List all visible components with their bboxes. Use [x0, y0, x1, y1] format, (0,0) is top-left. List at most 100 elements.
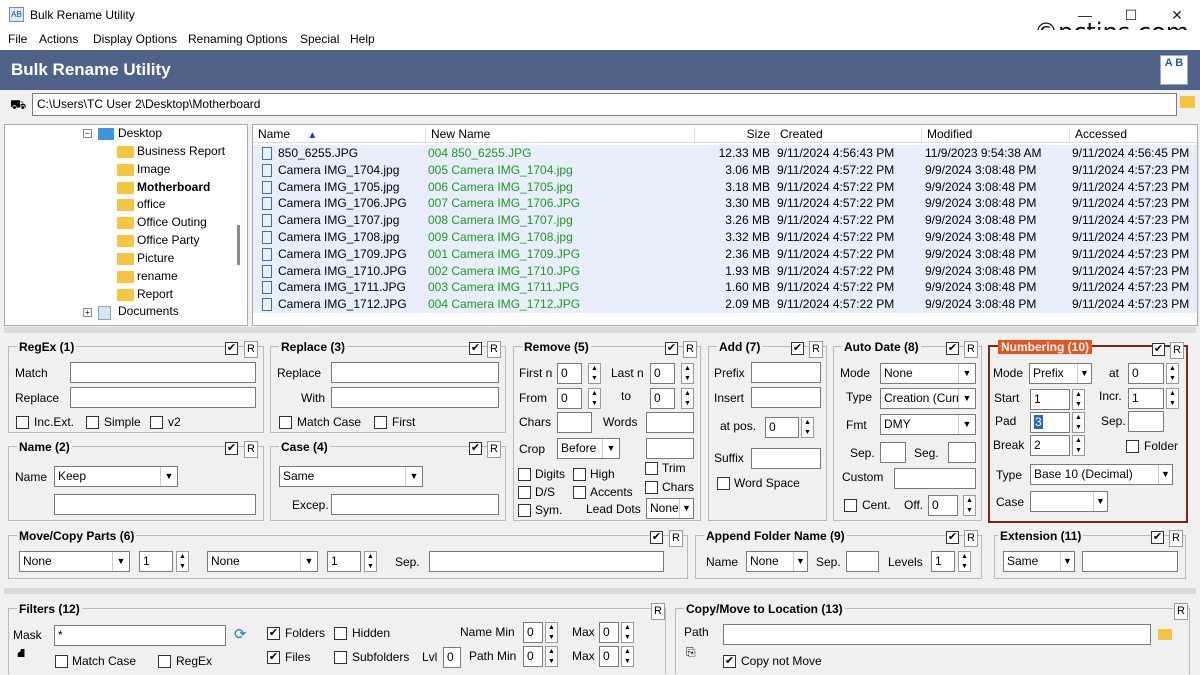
move-copy-enable-checkbox[interactable]: ✔ — [650, 531, 663, 544]
tree-item[interactable]: office — [137, 197, 165, 211]
extension-enable-checkbox[interactable]: ✔ — [1151, 531, 1164, 544]
regex-enable-checkbox[interactable]: ✔ — [225, 342, 238, 355]
refresh-icon[interactable]: ⟳ — [234, 625, 247, 643]
at-pos-input[interactable]: 0 — [765, 417, 799, 438]
suffix-input[interactable] — [751, 448, 821, 469]
auto-date-sep-input[interactable] — [880, 442, 906, 463]
last-n-input[interactable]: 0 — [650, 363, 675, 384]
sym-checkbox[interactable] — [518, 504, 531, 517]
move-copy-num-1[interactable]: 1 — [139, 551, 173, 572]
case-enable-checkbox[interactable]: ✔ — [469, 442, 482, 455]
table-row[interactable]: Camera IMG_1712.JPG 004 Camera IMG_1712.J… — [253, 296, 1197, 314]
table-row[interactable]: Camera IMG_1707.jpg 008 Camera IMG_1707.j… — [253, 212, 1197, 230]
match-case-checkbox[interactable] — [279, 416, 292, 429]
table-row[interactable]: Camera IMG_1708.jpg 009 Camera IMG_1708.j… — [253, 229, 1197, 246]
auto-date-fmt-select[interactable]: DMY ▼ — [880, 414, 976, 435]
pad-input[interactable]: 3 — [1030, 412, 1070, 433]
menu-help[interactable]: Help — [350, 32, 375, 46]
menu-display-options[interactable]: Display Options — [93, 32, 177, 46]
high-checkbox[interactable] — [573, 468, 586, 481]
table-row[interactable]: Camera IMG_1710.JPG 002 Camera IMG_1710.J… — [253, 262, 1197, 280]
name-max-spinner[interactable]: ▲ ▼ — [621, 622, 634, 643]
first-checkbox[interactable] — [374, 416, 387, 429]
to-input[interactable]: 0 — [650, 388, 675, 409]
menu-special[interactable]: Special — [300, 32, 339, 46]
tree-item[interactable]: Image — [137, 162, 170, 176]
name-fixed-input[interactable] — [54, 494, 256, 515]
filter-settings-icon[interactable]: ⛘ — [17, 646, 25, 662]
start-spinner[interactable]: ▲ ▼ — [1072, 389, 1085, 410]
clipboard-icon[interactable]: ⎘ — [686, 645, 696, 660]
lvl-input[interactable]: 0 — [443, 647, 461, 668]
name-mode-select[interactable]: Keep ▼ — [54, 466, 178, 487]
name-min-input[interactable]: 0 — [523, 622, 543, 643]
break-input[interactable]: 2 — [1030, 435, 1070, 456]
tree-item-selected[interactable]: Motherboard — [137, 180, 210, 194]
move-copy-select-2[interactable]: None ▼ — [207, 551, 318, 572]
auto-date-reset-button[interactable]: R — [964, 341, 978, 358]
simple-checkbox[interactable] — [86, 416, 99, 429]
column-header-new-name[interactable]: New Name — [425, 127, 490, 143]
lead-dots-select[interactable]: None ▼ — [646, 498, 694, 519]
pad-spinner[interactable]: ▲ ▼ — [1072, 412, 1085, 433]
numbering-type-select[interactable]: Base 10 (Decimal) ▼ — [1030, 464, 1173, 485]
trim-checkbox[interactable] — [645, 462, 658, 475]
remove-chars-input[interactable] — [557, 412, 592, 433]
filter-regex-checkbox[interactable] — [158, 655, 171, 668]
name-reset-button[interactable]: R — [244, 441, 258, 458]
name-min-spinner[interactable]: ▲ ▼ — [545, 622, 558, 643]
case-select[interactable]: Same ▼ — [279, 466, 423, 487]
replace-input[interactable] — [331, 362, 499, 383]
remove-words-input[interactable] — [646, 412, 694, 433]
from-input[interactable]: 0 — [557, 388, 582, 409]
to-spinner[interactable]: ▲ ▼ — [681, 388, 694, 409]
regex-match-input[interactable] — [70, 362, 256, 383]
replace-enable-checkbox[interactable]: ✔ — [469, 342, 482, 355]
path-max-input[interactable]: 0 — [599, 646, 619, 667]
remove-chars-checkbox[interactable] — [645, 481, 658, 494]
auto-date-off-spinner[interactable]: ▲ ▼ — [963, 495, 976, 516]
levels-spinner[interactable]: ▲ ▼ — [958, 551, 971, 572]
auto-date-seg-input[interactable] — [948, 442, 976, 463]
mask-input[interactable]: * — [54, 625, 226, 646]
ds-checkbox[interactable] — [518, 486, 531, 499]
table-row[interactable]: Camera IMG_1705.jpg 006 Camera IMG_1705.j… — [253, 178, 1197, 196]
column-header-created[interactable]: Created — [774, 127, 823, 143]
break-spinner[interactable]: ▲ ▼ — [1072, 435, 1085, 456]
last-n-spinner[interactable]: ▲ ▼ — [681, 363, 694, 384]
start-input[interactable]: 1 — [1030, 389, 1070, 410]
table-row[interactable]: 850_6255.JPG 004 850_6255.JPG 12.33 MB 9/11… — [253, 145, 1197, 162]
tree-item[interactable]: Picture — [137, 251, 174, 265]
numbering-mode-select[interactable]: Prefix ▼ — [1029, 363, 1092, 384]
digits-checkbox[interactable] — [518, 468, 531, 481]
numbering-at-spinner[interactable]: ▲ ▼ — [1166, 363, 1179, 384]
numbering-at-input[interactable]: 0 — [1128, 363, 1164, 384]
levels-input[interactable]: 1 — [931, 551, 955, 572]
append-sep-input[interactable] — [846, 551, 879, 572]
tree-scrollbar[interactable] — [237, 225, 240, 265]
collapse-icon[interactable]: − — [83, 129, 92, 138]
move-copy-select-1[interactable]: None ▼ — [19, 551, 130, 572]
name-max-input[interactable]: 0 — [599, 622, 619, 643]
tree-item[interactable]: Documents — [118, 304, 179, 318]
folders-checkbox[interactable]: ✔ — [267, 627, 280, 640]
tree-item[interactable]: Report — [137, 287, 173, 301]
splitter[interactable] — [4, 327, 1196, 333]
numbering-sep-input[interactable] — [1128, 411, 1164, 432]
table-row[interactable]: Camera IMG_1711.JPG 003 Camera IMG_1711.J… — [253, 279, 1197, 297]
menu-renaming-options[interactable]: Renaming Options — [188, 32, 287, 46]
menu-file[interactable]: File — [8, 32, 27, 46]
append-folder-enable-checkbox[interactable]: ✔ — [946, 531, 959, 544]
remove-reset-button[interactable]: R — [683, 341, 697, 358]
filter-match-case-checkbox[interactable] — [55, 655, 68, 668]
auto-date-enable-checkbox[interactable]: ✔ — [946, 342, 959, 355]
table-row[interactable]: Camera IMG_1709.JPG 001 Camera IMG_1709.J… — [253, 245, 1197, 263]
move-copy-spinner-1[interactable]: ▲ ▼ — [176, 551, 189, 572]
tree-item[interactable]: Office Outing — [137, 215, 207, 229]
folder-checkbox[interactable] — [1126, 440, 1139, 453]
tree-item[interactable]: Desktop — [118, 126, 162, 140]
insert-input[interactable] — [751, 387, 821, 408]
regex-replace-input[interactable] — [70, 387, 256, 408]
auto-date-custom-input[interactable] — [894, 468, 976, 489]
extension-reset-button[interactable]: R — [1169, 530, 1183, 547]
